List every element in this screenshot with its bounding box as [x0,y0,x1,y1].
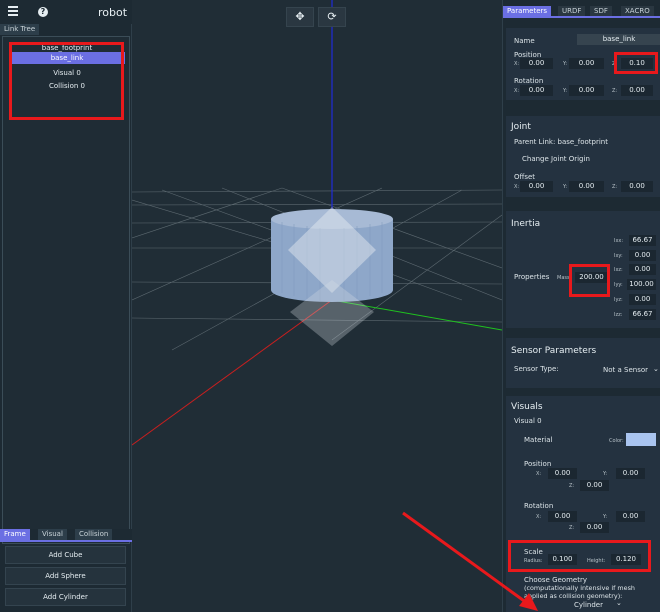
app-root: ? robot Link Tree base_footprint base_li… [0,0,660,612]
annotation-arrow [402,511,538,611]
